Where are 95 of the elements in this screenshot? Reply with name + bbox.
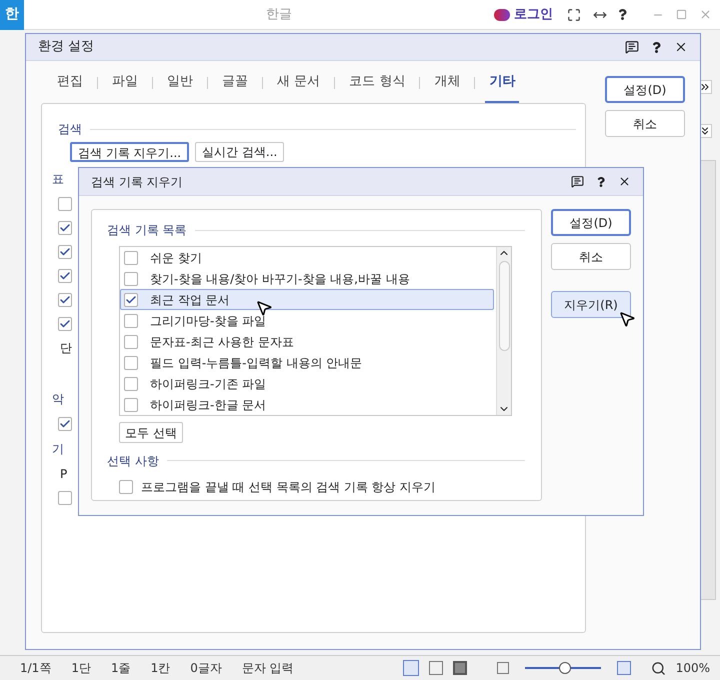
checkbox[interactable] (58, 491, 72, 505)
dialog-button[interactable]: 지우기(R) (551, 291, 631, 318)
history-item[interactable]: 찾기-찾을 내용/찾아 바꾸기-찾을 내용,바꿀 내용 (120, 268, 494, 289)
window-title: 한글 (266, 6, 292, 24)
history-label: 필드 입력-누름틀-입력할 내용의 안내문 (150, 354, 362, 372)
check-icon (59, 318, 71, 330)
checkbox[interactable] (124, 334, 138, 348)
check-icon (59, 246, 71, 258)
dialog-button[interactable]: 취소 (605, 110, 685, 137)
dialog-button[interactable]: 설정(D) (551, 209, 631, 236)
page-view-icon[interactable] (402, 660, 419, 676)
check-icon (59, 222, 71, 234)
check-icon (59, 294, 71, 306)
status-text: 1단 (71, 660, 91, 677)
status-text: 1/1쪽 (20, 660, 52, 677)
section-heading: 검색 (58, 121, 82, 138)
comment-icon[interactable] (625, 40, 639, 54)
history-label: 최근 작업 문서 (150, 292, 230, 308)
checkbox[interactable] (58, 269, 72, 283)
checkbox[interactable] (58, 293, 72, 307)
check-icon (59, 418, 71, 430)
search-option-button[interactable]: 실시간 검색... (195, 142, 284, 162)
zoom-text: 100% (676, 660, 710, 677)
help-icon[interactable] (651, 42, 662, 52)
checkbox[interactable] (58, 245, 72, 259)
select-all-button[interactable]: 모두 선택 (119, 422, 183, 443)
history-item[interactable]: 문자표-최근 사용한 문자표 (120, 331, 494, 352)
settings-tab[interactable]: 편집 (53, 63, 87, 103)
zoom-out-icon[interactable] (496, 662, 509, 674)
comment-icon[interactable] (571, 175, 584, 188)
history-label: 문자표-최근 사용한 문자표 (150, 334, 294, 350)
checkbox[interactable] (124, 272, 138, 286)
section-heading: 선택 사항 (107, 452, 159, 470)
width-view-icon[interactable] (428, 661, 443, 675)
history-label: 찾기-찾을 내용/찾아 바꾸기-찾을 내용,바꿀 내용 (150, 270, 410, 288)
check-icon (125, 294, 137, 306)
status-text: 0글자 (190, 660, 222, 677)
checkbox[interactable] (124, 376, 138, 390)
check-icon (59, 270, 71, 282)
cursor-icon (618, 310, 636, 328)
history-label: 그리기마당-찾을 파일 (150, 312, 266, 330)
account-icon (494, 8, 510, 20)
settings-tab[interactable]: 글꼴 (218, 63, 252, 103)
help-icon[interactable] (596, 176, 606, 186)
cursor-icon (255, 299, 273, 317)
dialog-button[interactable]: 취소 (551, 243, 631, 270)
checkbox[interactable] (58, 317, 72, 331)
history-item[interactable]: 그리기마당-찾을 파일 (120, 310, 494, 331)
vertical-scrollbar[interactable] (700, 160, 716, 600)
close-icon[interactable] (674, 40, 688, 54)
checkbox[interactable] (58, 221, 72, 235)
status-text: 1칸 (150, 660, 170, 677)
settings-tab[interactable]: 코드 형식 (345, 63, 410, 103)
settings-tab[interactable]: 새 문서 (273, 63, 324, 103)
dialog-title: 환경 설정 (38, 38, 96, 56)
history-item[interactable]: 필드 입력-누름틀-입력할 내용의 안내문 (120, 352, 494, 373)
zoom-icon[interactable] (650, 660, 666, 676)
history-label: 하이퍼링크-한글 문서 (150, 396, 266, 414)
section-heading: 표 (52, 171, 64, 188)
close-icon[interactable] (618, 175, 631, 188)
help-icon[interactable] (617, 9, 628, 20)
dialog-title: 검색 기록 지우기 (91, 174, 184, 190)
dialog-button[interactable]: 설정(D) (605, 76, 685, 103)
search-option-button[interactable]: 검색 기록 지우기... (70, 142, 190, 162)
history-item[interactable]: 쉬운 찾기 (120, 247, 494, 268)
settings-tab[interactable]: 일반 (163, 63, 197, 103)
history-item[interactable]: 하이퍼링크-기존 파일 (120, 373, 494, 394)
checkbox[interactable] (119, 480, 133, 494)
checkbox[interactable] (124, 250, 138, 264)
full-view-icon[interactable] (452, 661, 467, 675)
fullscreen-icon[interactable] (567, 8, 581, 22)
checkbox[interactable] (58, 417, 72, 431)
option-label: 프로그램을 끝낼 때 선택 목록의 검색 기록 항상 지우기 (141, 478, 436, 496)
section-heading: 기 (52, 441, 64, 458)
status-text: 1줄 (110, 660, 131, 677)
checkbox[interactable] (124, 398, 138, 412)
checkbox[interactable] (124, 356, 138, 370)
settings-tab[interactable]: 개체 (430, 63, 464, 103)
history-label: 쉬운 찾기 (150, 250, 202, 266)
checkbox[interactable] (124, 314, 138, 328)
zoom-in-icon[interactable] (616, 661, 631, 675)
checkbox[interactable] (58, 197, 72, 211)
history-item[interactable]: 최근 작업 문서 (120, 289, 494, 310)
app-logo: 한 (0, 0, 24, 30)
option-label: 단 (60, 340, 72, 357)
status-text: 문자 입력 (242, 660, 294, 677)
history-item[interactable]: 하이퍼링크-한글 문서 (120, 394, 494, 415)
settings-tab[interactable]: 파일 (108, 63, 142, 103)
list-scrollbar[interactable] (496, 247, 511, 415)
login-link[interactable]: 로그인 (514, 4, 553, 24)
section-heading: 검색 기록 목록 (107, 222, 187, 239)
option-label: P (60, 466, 68, 483)
section-heading: 악 (52, 391, 64, 408)
checkbox[interactable] (124, 292, 138, 306)
history-label: 하이퍼링크-기존 파일 (150, 376, 266, 392)
